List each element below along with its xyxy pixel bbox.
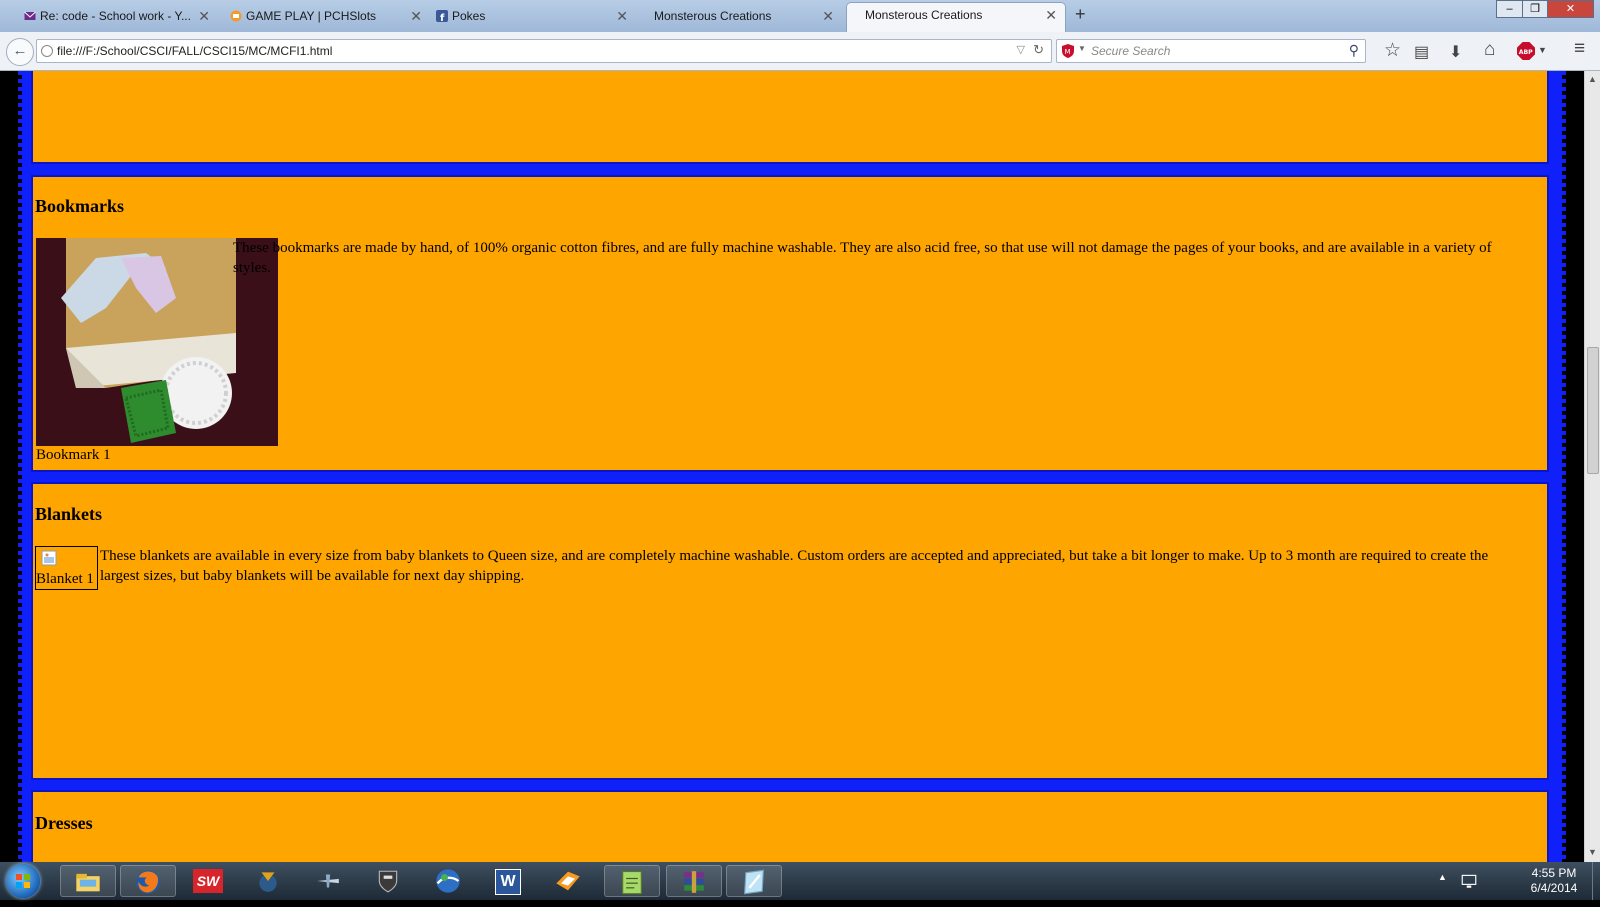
close-tab-icon[interactable]: ✕ [198,4,210,28]
tab-pchslots[interactable]: GAME PLAY | PCHSlots ✕ [224,4,430,32]
close-tab-icon[interactable]: ✕ [1045,3,1057,27]
start-button[interactable] [6,864,40,898]
winrar-icon[interactable] [666,865,722,897]
firefox-icon[interactable] [120,865,176,897]
tab-pokes[interactable]: f Pokes ✕ [430,4,636,32]
previous-section [31,71,1549,164]
google-earth-icon[interactable] [420,865,476,897]
solidworks-label: SW [192,869,224,893]
svg-text:f: f [440,13,445,22]
windows-explorer-icon[interactable] [60,865,116,897]
mcafee-icon: M [1062,44,1074,58]
minimize-icon: – [1506,3,1513,15]
right-border-stripe [1562,71,1566,862]
system-clock[interactable]: 4:55 PM 6/4/2014 [1522,866,1586,896]
tab-monsterous-1[interactable]: Monsterous Creations ✕ [636,4,842,32]
search-input: Secure Search [1091,44,1171,58]
close-window-button[interactable]: ✕ [1547,0,1594,18]
show-desktop-button[interactable] [1592,862,1600,900]
search-icon[interactable]: ⚲ [1349,42,1359,59]
close-tab-icon[interactable]: ✕ [822,4,834,28]
app-icon[interactable] [540,865,596,897]
section-description: These bookmarks are made by hand, of 100… [233,240,1492,276]
page-viewport: Bookmarks These bookmarks are made by ha… [0,71,1584,862]
network-icon[interactable] [1460,872,1478,890]
navigation-toolbar: ← file:///F:/School/CSCI/FALL/CSCI15/MC/… [0,32,1600,71]
world-of-tanks-icon[interactable] [360,865,416,897]
new-tab-button[interactable]: + [1075,4,1086,25]
windows-taskbar: SW W ▲ 4:55 PM 6/4/2014 [0,862,1600,900]
section-description: These blankets are available in every si… [100,548,1489,584]
section-title: Blankets [35,504,103,524]
globe-icon [41,45,53,57]
facebook-icon: f [436,10,448,22]
tab-mail[interactable]: Re: code - School work - Y... ✕ [18,4,218,32]
reload-icon[interactable]: ↻ [1033,42,1044,58]
back-button[interactable]: ← [6,38,34,66]
word-label: W [495,869,521,895]
image-caption: Bookmark 1 [36,447,111,463]
left-border-stripe [18,71,22,862]
tablet-icon[interactable] [726,865,782,897]
search-engine-dropdown-icon[interactable]: ▼ [1078,44,1086,53]
back-arrow-icon: ← [12,42,28,59]
section-dresses: Dresses [31,790,1549,862]
bookmark-star-icon[interactable]: ☆ [1384,39,1401,62]
section-title: Dresses [35,813,93,833]
page-body: Bookmarks These bookmarks are made by ha… [18,71,1566,862]
close-tab-icon[interactable]: ✕ [616,4,628,28]
tab-strip: Re: code - School work - Y... ✕ GAME PLA… [0,0,1600,32]
section-blankets: Blankets Blanket 1 These blankets are av… [31,482,1549,780]
tray-expand-icon[interactable]: ▲ [1438,872,1447,882]
mechwarrior-icon[interactable] [240,865,296,897]
home-icon[interactable]: ⌂ [1484,39,1495,61]
tab-label: Re: code - School work - Y... [40,9,191,23]
vertical-scrollbar[interactable]: ▲ ▼ [1584,71,1600,862]
scroll-up-icon[interactable]: ▲ [1588,74,1597,84]
tab-label: GAME PLAY | PCHSlots [246,9,377,23]
section-title: Bookmarks [35,196,125,216]
svg-text:M: M [1065,48,1071,56]
search-box[interactable]: M ▼ Secure Search ⚲ [1056,39,1366,63]
scroll-down-icon[interactable]: ▼ [1588,847,1597,857]
menu-icon[interactable]: ≡ [1574,38,1585,60]
reading-list-icon[interactable]: ▤ [1414,42,1429,62]
world-of-warplanes-icon[interactable] [300,865,356,897]
mail-icon [24,11,36,20]
adblock-icon[interactable]: ABP [1517,42,1535,60]
clock-time: 4:55 PM [1531,866,1577,880]
url-dropdown-icon[interactable]: ▽ [1017,43,1025,56]
adblock-dropdown-icon[interactable]: ▼ [1538,45,1547,55]
tab-label: Monsterous Creations [865,8,983,22]
restore-button[interactable]: ❐ [1522,0,1548,18]
url-text: file:///F:/School/CSCI/FALL/CSCI15/MC/MC… [57,44,333,58]
svg-text:ABP: ABP [1519,49,1533,56]
broken-image-icon [41,550,57,566]
restore-icon: ❐ [1530,3,1540,15]
close-tab-icon[interactable]: ✕ [410,4,422,28]
download-icon[interactable]: ⬇ [1449,42,1462,62]
solidworks-icon[interactable]: SW [180,865,236,897]
tab-monsterous-2[interactable]: Monsterous Creations ✕ [846,2,1066,32]
broken-image-frame: Blanket 1 [35,546,98,590]
close-icon: ✕ [1565,3,1576,15]
clock-date: 6/4/2014 [1530,881,1578,895]
scroll-thumb[interactable] [1587,347,1599,474]
address-bar[interactable]: file:///F:/School/CSCI/FALL/CSCI15/MC/MC… [36,39,1052,63]
word-icon[interactable]: W [480,865,536,897]
windows-logo-icon [16,874,30,888]
image-caption: Blanket 1 [36,571,94,587]
tab-label: Monsterous Creations [654,9,772,23]
pch-icon [230,10,242,22]
section-bookmarks: Bookmarks These bookmarks are made by ha… [31,175,1549,472]
notepad-plus-icon[interactable] [604,865,660,897]
tab-label: Pokes [452,9,486,23]
minimize-button[interactable]: – [1496,0,1523,18]
